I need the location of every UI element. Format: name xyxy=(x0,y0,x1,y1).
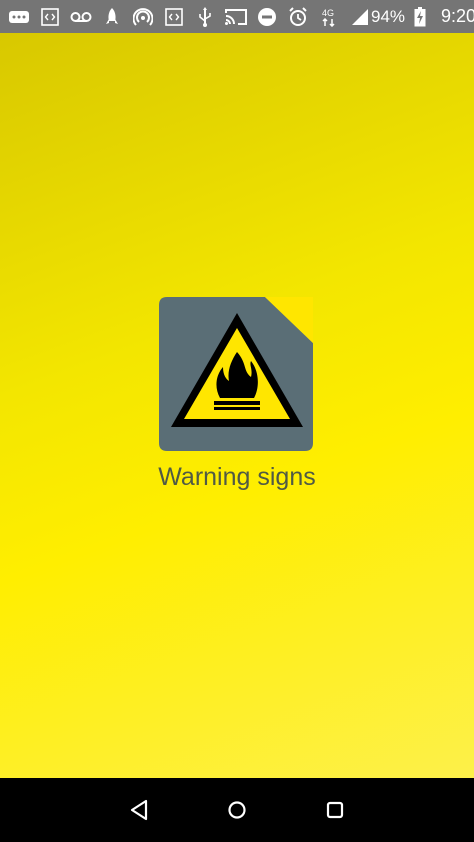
navigation-bar xyxy=(0,778,474,842)
svg-text:4G: 4G xyxy=(322,8,334,18)
home-icon xyxy=(228,801,246,819)
voicemail-icon xyxy=(70,6,92,28)
hotspot-icon xyxy=(132,6,154,28)
recents-button[interactable] xyxy=(313,788,357,832)
battery-percent: 94% xyxy=(371,6,406,26)
cast-icon xyxy=(225,6,247,28)
network-4g-icon: 4G xyxy=(318,6,340,28)
alarm-icon xyxy=(287,6,309,28)
notification-icons: 4G xyxy=(8,6,371,28)
app-name: Warning signs xyxy=(158,463,316,491)
flammable-warning-icon xyxy=(159,297,315,453)
back-button[interactable] xyxy=(117,788,161,832)
status-bar: 4G 94% 9:20 xyxy=(0,0,474,33)
home-button[interactable] xyxy=(215,788,259,832)
clock: 9:20 xyxy=(441,6,474,26)
splash-screen: Warning signs xyxy=(0,33,474,778)
signal-icon xyxy=(349,6,371,28)
usb-icon xyxy=(194,6,216,28)
do-not-disturb-icon xyxy=(256,6,278,28)
status-right: 94% 9:20 xyxy=(371,6,474,28)
rocket-icon xyxy=(101,6,123,28)
code-icon xyxy=(163,6,185,28)
more-dots-icon xyxy=(8,6,30,28)
recents-icon xyxy=(326,801,344,819)
code-icon xyxy=(39,6,61,28)
back-icon xyxy=(130,799,148,821)
battery-charging-icon xyxy=(409,6,431,28)
